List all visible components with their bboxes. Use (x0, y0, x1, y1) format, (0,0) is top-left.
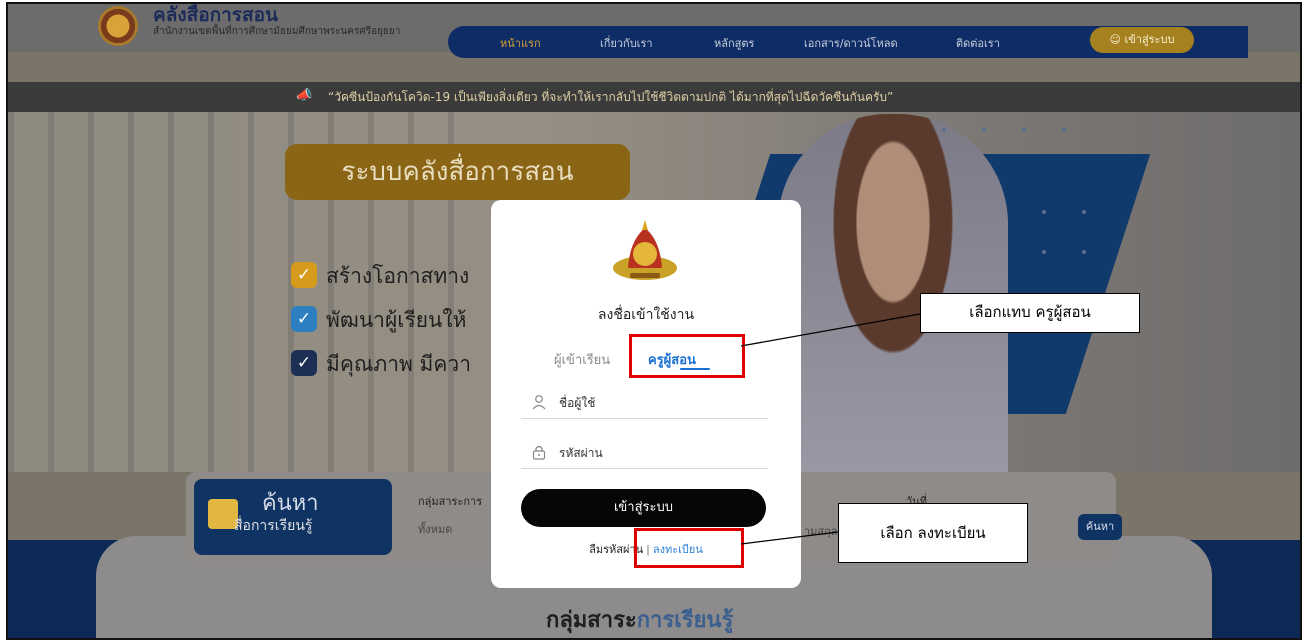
annotation-teacher-tab: เลือกแทบ ครูผู้สอน (920, 293, 1140, 333)
annotation-register: เลือก ลงทะเบียน (838, 503, 1028, 563)
